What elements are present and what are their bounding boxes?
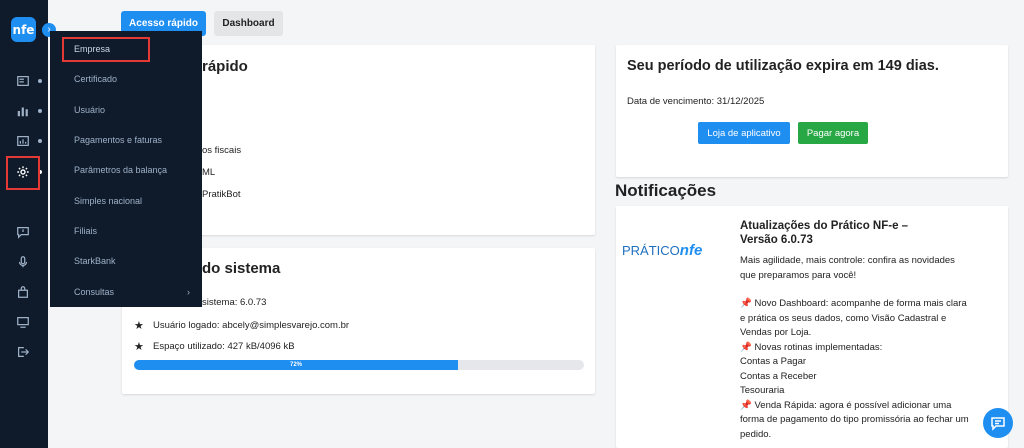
logout-icon[interactable] — [15, 344, 31, 360]
rail-dot — [38, 109, 42, 113]
chat-support-button[interactable] — [983, 408, 1013, 438]
nfe-logo[interactable]: nfe — [11, 17, 36, 42]
chevron-right-icon: › — [187, 287, 190, 297]
notification-paragraph: 📌 Venda Rápida: agora é possível adicion… — [740, 399, 969, 440]
menu-item-certificado[interactable]: Certificado — [50, 64, 202, 94]
menu-item-label: Simples nacional — [74, 196, 143, 206]
notification-paragraph: Contas a Pagar — [740, 356, 807, 367]
menu-item-label: Certificado — [74, 74, 118, 84]
menu-item-simples-nacional[interactable]: Simples nacional — [50, 186, 202, 216]
star-icon: ★ — [134, 341, 144, 353]
quick-link[interactable]: os fiscais — [202, 145, 241, 156]
notifications-heading: Notificações — [615, 181, 717, 200]
storage-progress-bar: 72% — [134, 360, 584, 370]
pratico-nfe-logo: PRÁTICOnfe — [622, 242, 702, 259]
menu-item-pagamentos[interactable]: Pagamentos e faturas — [50, 125, 202, 155]
dashboard-tab[interactable]: Dashboard — [214, 11, 283, 36]
highlight-box — [62, 37, 150, 62]
notification-paragraph: Mais agilidade, mais controle: confira a… — [740, 255, 955, 281]
system-version: sistema: 6.0.73 — [202, 297, 267, 308]
logo-text: PRÁTICO — [622, 243, 680, 258]
monitor-icon[interactable] — [15, 314, 31, 330]
notification-paragraph: 📌 Novo Dashboard: acompanhe de forma mai… — [740, 298, 967, 338]
expiry-card: Seu período de utilização expira em 149 … — [616, 45, 1008, 177]
report-icon[interactable] — [15, 133, 31, 149]
bar-chart-icon[interactable] — [15, 103, 31, 119]
logo-mark: nfe — [679, 242, 703, 259]
notification-paragraph: Contas a Receber — [740, 370, 817, 382]
bag-icon[interactable] — [15, 284, 31, 300]
message-icon[interactable] — [15, 224, 31, 240]
menu-item-filiais[interactable]: Filiais — [50, 216, 202, 246]
app-store-button[interactable]: Loja de aplicativo — [698, 122, 790, 144]
menu-item-parametros-balanca[interactable]: Parâmetros da balança — [50, 155, 202, 185]
menu-item-consultas[interactable]: Consultas › — [50, 277, 202, 307]
menu-item-label: Parâmetros da balança — [74, 165, 168, 175]
expiry-title: Seu período de utilização expira em 149 … — [627, 58, 939, 74]
menu-item-label: Pagamentos e faturas — [74, 135, 163, 145]
progress-fill: 72% — [134, 360, 458, 370]
chat-icon — [991, 417, 1005, 431]
menu-item-label: Consultas — [74, 287, 115, 297]
logged-user: Usuário logado: abcely@simplesvarejo.com… — [153, 320, 350, 331]
menu-item-label: StarkBank — [74, 256, 116, 266]
quick-link[interactable]: PratikBot — [202, 189, 241, 200]
card-title: do sistema — [202, 260, 281, 277]
due-date: Data de vencimento: 31/12/2025 — [627, 96, 765, 107]
menu-item-usuario[interactable]: Usuário — [50, 95, 202, 125]
rail-dot — [38, 139, 42, 143]
dashboard-icon[interactable] — [15, 73, 31, 89]
settings-flyout-menu: Empresa Certificado Usuário Pagamentos e… — [50, 31, 202, 307]
notification-body: Mais agilidade, mais controle: confira a… — [740, 254, 972, 442]
notification-paragraph: 📌 Novas rotinas implementadas: — [740, 341, 883, 353]
notification-title: Atualizações do Prático NF-e – Versão 6.… — [740, 220, 909, 246]
microphone-icon[interactable] — [15, 254, 31, 270]
notification-paragraph: Tesouraria — [740, 385, 785, 396]
notification-card: PRÁTICOnfe Atualizações do Prático NF-e … — [616, 206, 1008, 448]
star-icon: ★ — [134, 320, 144, 332]
card-title: rápido — [202, 58, 248, 75]
notification-paragraph — [740, 283, 972, 297]
menu-item-label: Usuário — [74, 105, 106, 115]
pay-now-button[interactable]: Pagar agora — [798, 122, 868, 144]
space-used: Espaço utilizado: 427 kB/4096 kB — [153, 341, 295, 352]
rail-dot — [38, 79, 42, 83]
menu-item-starkbank[interactable]: StarkBank — [50, 246, 202, 276]
quick-link[interactable]: ML — [202, 167, 215, 178]
menu-item-label: Filiais — [74, 226, 98, 236]
icon-rail: nfe — [0, 0, 48, 448]
highlight-box — [6, 156, 40, 190]
